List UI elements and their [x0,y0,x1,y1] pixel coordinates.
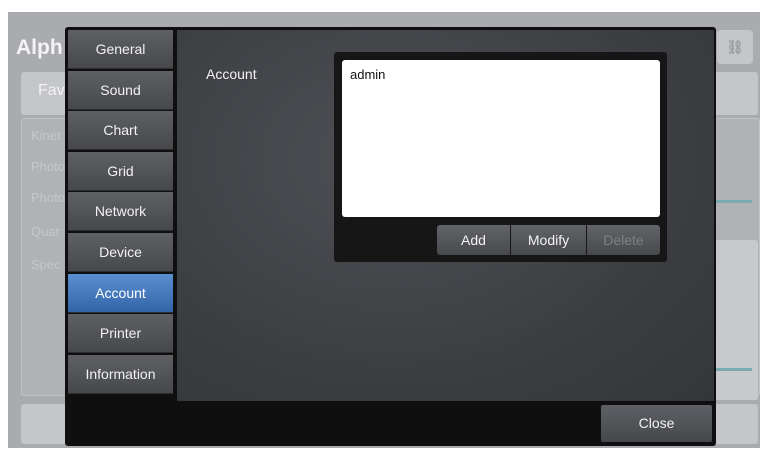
favorites-tab-label: Fav [38,82,65,99]
background-list-item: Spec [31,257,61,272]
printer-icon[interactable]: ⛓ [717,30,753,64]
background-divider [714,368,752,371]
add-account-button[interactable]: Add [437,225,510,255]
tab-sound[interactable]: Sound [68,70,173,110]
tab-device[interactable]: Device [68,233,173,272]
close-button[interactable]: Close [601,405,712,442]
tab-information[interactable]: Information [68,354,173,394]
background-list-item: Photo [31,190,65,205]
background-list-item: Kinet [31,128,61,143]
account-list-item[interactable]: admin [342,60,660,83]
tab-chart[interactable]: Chart [68,111,173,151]
background-list-item: Photo [31,159,65,174]
background-divider [714,200,752,203]
account-field-label: Account [206,66,257,82]
account-list[interactable]: admin [342,60,660,217]
tab-network[interactable]: Network [68,192,173,232]
background-list-item: Quar [31,224,60,239]
app-title: Alph [16,36,63,59]
tab-grid[interactable]: Grid [68,151,173,191]
background-side-panel [712,240,758,400]
delete-account-button: Delete [587,225,660,255]
tab-general[interactable]: General [68,30,173,69]
tab-account[interactable]: Account [68,273,173,313]
tab-printer[interactable]: Printer [68,314,173,354]
modify-account-button[interactable]: Modify [511,225,586,255]
